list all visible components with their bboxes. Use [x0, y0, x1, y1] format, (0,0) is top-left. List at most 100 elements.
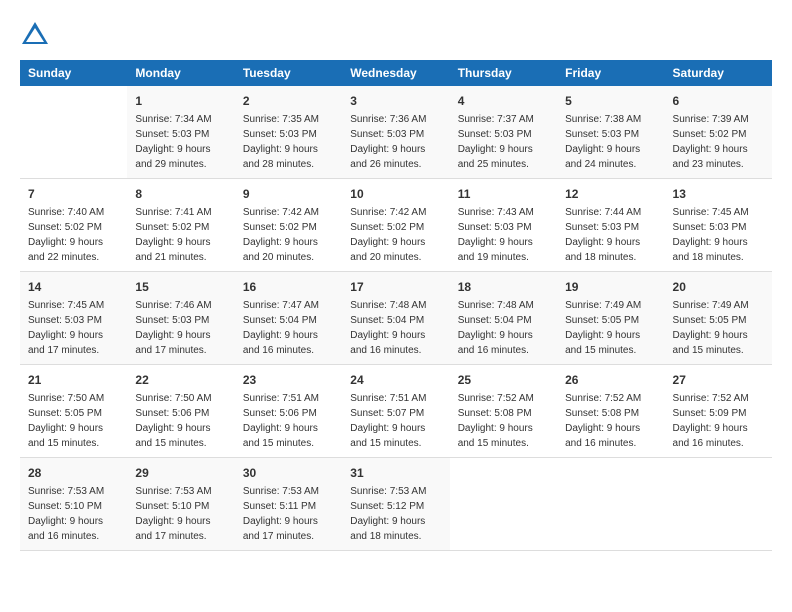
calendar-cell-w2-d2: 16 Sunrise: 7:47 AMSunset: 5:04 PMDayligh…	[235, 272, 342, 365]
calendar-cell-w4-d6	[665, 458, 772, 551]
day-number: 24	[350, 371, 441, 389]
logo	[20, 20, 54, 50]
day-info: Sunrise: 7:45 AMSunset: 5:03 PMDaylight:…	[28, 298, 119, 358]
day-info: Sunrise: 7:47 AMSunset: 5:04 PMDaylight:…	[243, 298, 334, 358]
day-number: 21	[28, 371, 119, 389]
day-number: 3	[350, 92, 441, 110]
day-number: 12	[565, 185, 656, 203]
day-info: Sunrise: 7:51 AMSunset: 5:07 PMDaylight:…	[350, 391, 441, 451]
day-number: 27	[673, 371, 764, 389]
calendar-week-3: 21 Sunrise: 7:50 AMSunset: 5:05 PMDayligh…	[20, 365, 772, 458]
calendar-cell-w3-d2: 23Sunrise: 7:51 AMSunset: 5:06 PMDayligh…	[235, 365, 342, 458]
day-info: Sunrise: 7:42 AMSunset: 5:02 PMDaylight:…	[243, 205, 334, 265]
day-number: 16	[243, 278, 334, 296]
calendar-cell-w2-d6: 20 Sunrise: 7:49 AMSunset: 5:05 PMDayligh…	[665, 272, 772, 365]
calendar-cell-w0-d2: 2Sunrise: 7:35 AMSunset: 5:03 PMDaylight…	[235, 86, 342, 179]
day-info: Sunrise: 7:50 AMSunset: 5:05 PMDaylight:…	[28, 391, 119, 451]
day-info: Sunrise: 7:37 AMSunset: 5:03 PMDaylight:…	[458, 112, 549, 172]
calendar-cell-w1-d1: 8 Sunrise: 7:41 AMSunset: 5:02 PMDaylight…	[127, 179, 234, 272]
day-number: 14	[28, 278, 119, 296]
day-info: Sunrise: 7:42 AMSunset: 5:02 PMDaylight:…	[350, 205, 441, 265]
calendar-cell-w0-d5: 5 Sunrise: 7:38 AMSunset: 5:03 PMDaylight…	[557, 86, 664, 179]
calendar-cell-w3-d4: 25 Sunrise: 7:52 AMSunset: 5:08 PMDayligh…	[450, 365, 557, 458]
day-number: 15	[135, 278, 226, 296]
header-monday: Monday	[127, 60, 234, 86]
day-info: Sunrise: 7:49 AMSunset: 5:05 PMDaylight:…	[565, 298, 656, 358]
header-thursday: Thursday	[450, 60, 557, 86]
calendar-cell-w3-d3: 24 Sunrise: 7:51 AMSunset: 5:07 PMDayligh…	[342, 365, 449, 458]
calendar-cell-w2-d0: 14 Sunrise: 7:45 AMSunset: 5:03 PMDayligh…	[20, 272, 127, 365]
day-info: Sunrise: 7:38 AMSunset: 5:03 PMDaylight:…	[565, 112, 656, 172]
header-friday: Friday	[557, 60, 664, 86]
calendar-cell-w3-d1: 22 Sunrise: 7:50 AMSunset: 5:06 PMDayligh…	[127, 365, 234, 458]
day-info: Sunrise: 7:50 AMSunset: 5:06 PMDaylight:…	[135, 391, 226, 451]
day-number: 30	[243, 464, 334, 482]
day-number: 8	[135, 185, 226, 203]
day-number: 1	[135, 92, 226, 110]
calendar-week-1: 7Sunrise: 7:40 AMSunset: 5:02 PMDaylight…	[20, 179, 772, 272]
calendar-cell-w4-d1: 29 Sunrise: 7:53 AMSunset: 5:10 PMDayligh…	[127, 458, 234, 551]
calendar-cell-w1-d5: 12 Sunrise: 7:44 AMSunset: 5:03 PMDayligh…	[557, 179, 664, 272]
day-number: 22	[135, 371, 226, 389]
calendar-cell-w2-d4: 18 Sunrise: 7:48 AMSunset: 5:04 PMDayligh…	[450, 272, 557, 365]
calendar-cell-w3-d0: 21 Sunrise: 7:50 AMSunset: 5:05 PMDayligh…	[20, 365, 127, 458]
calendar-cell-w4-d0: 28 Sunrise: 7:53 AMSunset: 5:10 PMDayligh…	[20, 458, 127, 551]
day-number: 19	[565, 278, 656, 296]
page-header	[20, 20, 772, 50]
calendar-cell-w4-d3: 31 Sunrise: 7:53 AMSunset: 5:12 PMDayligh…	[342, 458, 449, 551]
calendar-cell-w3-d5: 26Sunrise: 7:52 AMSunset: 5:08 PMDayligh…	[557, 365, 664, 458]
day-number: 29	[135, 464, 226, 482]
day-info: Sunrise: 7:53 AMSunset: 5:12 PMDaylight:…	[350, 484, 441, 544]
day-info: Sunrise: 7:45 AMSunset: 5:03 PMDaylight:…	[673, 205, 764, 265]
day-info: Sunrise: 7:53 AMSunset: 5:10 PMDaylight:…	[28, 484, 119, 544]
day-info: Sunrise: 7:48 AMSunset: 5:04 PMDaylight:…	[350, 298, 441, 358]
calendar-cell-w2-d5: 19 Sunrise: 7:49 AMSunset: 5:05 PMDayligh…	[557, 272, 664, 365]
calendar-cell-w1-d4: 11Sunrise: 7:43 AMSunset: 5:03 PMDayligh…	[450, 179, 557, 272]
day-info: Sunrise: 7:44 AMSunset: 5:03 PMDaylight:…	[565, 205, 656, 265]
day-info: Sunrise: 7:43 AMSunset: 5:03 PMDaylight:…	[458, 205, 549, 265]
calendar-cell-w0-d4: 4 Sunrise: 7:37 AMSunset: 5:03 PMDaylight…	[450, 86, 557, 179]
day-info: Sunrise: 7:36 AMSunset: 5:03 PMDaylight:…	[350, 112, 441, 172]
calendar-cell-w1-d2: 9 Sunrise: 7:42 AMSunset: 5:02 PMDaylight…	[235, 179, 342, 272]
day-number: 13	[673, 185, 764, 203]
calendar-header-row: SundayMondayTuesdayWednesdayThursdayFrid…	[20, 60, 772, 86]
calendar-cell-w0-d6: 6 Sunrise: 7:39 AMSunset: 5:02 PMDaylight…	[665, 86, 772, 179]
day-info: Sunrise: 7:49 AMSunset: 5:05 PMDaylight:…	[673, 298, 764, 358]
day-number: 18	[458, 278, 549, 296]
day-info: Sunrise: 7:53 AMSunset: 5:10 PMDaylight:…	[135, 484, 226, 544]
day-info: Sunrise: 7:48 AMSunset: 5:04 PMDaylight:…	[458, 298, 549, 358]
day-info: Sunrise: 7:41 AMSunset: 5:02 PMDaylight:…	[135, 205, 226, 265]
day-number: 25	[458, 371, 549, 389]
calendar-week-0: 1 Sunrise: 7:34 AMSunset: 5:03 PMDaylight…	[20, 86, 772, 179]
day-number: 20	[673, 278, 764, 296]
day-number: 28	[28, 464, 119, 482]
day-info: Sunrise: 7:34 AMSunset: 5:03 PMDaylight:…	[135, 112, 226, 172]
day-number: 4	[458, 92, 549, 110]
day-number: 31	[350, 464, 441, 482]
day-info: Sunrise: 7:52 AMSunset: 5:08 PMDaylight:…	[565, 391, 656, 451]
calendar-cell-w4-d2: 30Sunrise: 7:53 AMSunset: 5:11 PMDayligh…	[235, 458, 342, 551]
day-info: Sunrise: 7:39 AMSunset: 5:02 PMDaylight:…	[673, 112, 764, 172]
day-info: Sunrise: 7:40 AMSunset: 5:02 PMDaylight:…	[28, 205, 119, 265]
header-wednesday: Wednesday	[342, 60, 449, 86]
calendar-table: SundayMondayTuesdayWednesdayThursdayFrid…	[20, 60, 772, 551]
header-saturday: Saturday	[665, 60, 772, 86]
calendar-cell-w4-d4	[450, 458, 557, 551]
day-number: 23	[243, 371, 334, 389]
calendar-cell-w3-d6: 27 Sunrise: 7:52 AMSunset: 5:09 PMDayligh…	[665, 365, 772, 458]
calendar-cell-w2-d1: 15 Sunrise: 7:46 AMSunset: 5:03 PMDayligh…	[127, 272, 234, 365]
logo-icon	[20, 20, 50, 50]
calendar-cell-w2-d3: 17Sunrise: 7:48 AMSunset: 5:04 PMDayligh…	[342, 272, 449, 365]
day-info: Sunrise: 7:52 AMSunset: 5:08 PMDaylight:…	[458, 391, 549, 451]
day-info: Sunrise: 7:35 AMSunset: 5:03 PMDaylight:…	[243, 112, 334, 172]
calendar-cell-w1-d6: 13 Sunrise: 7:45 AMSunset: 5:03 PMDayligh…	[665, 179, 772, 272]
day-number: 9	[243, 185, 334, 203]
day-number: 6	[673, 92, 764, 110]
calendar-cell-w0-d0	[20, 86, 127, 179]
day-info: Sunrise: 7:52 AMSunset: 5:09 PMDaylight:…	[673, 391, 764, 451]
day-info: Sunrise: 7:46 AMSunset: 5:03 PMDaylight:…	[135, 298, 226, 358]
calendar-cell-w0-d3: 3 Sunrise: 7:36 AMSunset: 5:03 PMDaylight…	[342, 86, 449, 179]
day-number: 10	[350, 185, 441, 203]
day-number: 5	[565, 92, 656, 110]
calendar-week-4: 28 Sunrise: 7:53 AMSunset: 5:10 PMDayligh…	[20, 458, 772, 551]
